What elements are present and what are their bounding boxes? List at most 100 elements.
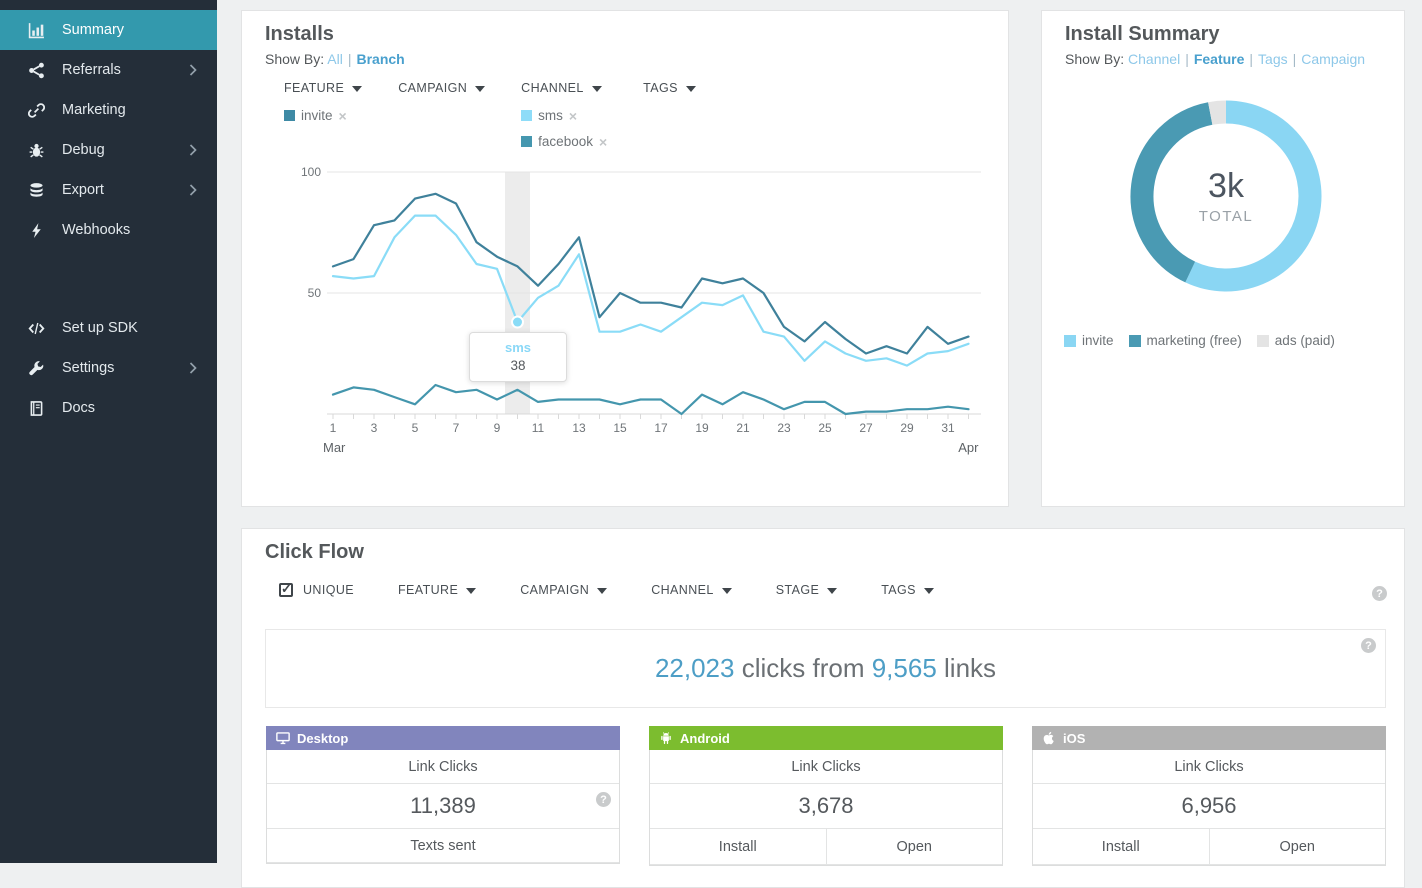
help-icon[interactable]: ?: [596, 792, 611, 807]
chip-label: sms: [538, 108, 563, 123]
show-by-label: Show By:: [265, 51, 325, 67]
sidebar-secondary-nav: Set up SDK Settings Docs: [0, 308, 217, 428]
platform-metric-label: Link Clicks: [1033, 750, 1385, 784]
platform-metric-label: Link Clicks: [650, 750, 1002, 784]
platform-bottom-cell-open: Open: [1279, 838, 1315, 855]
filter-channel-dropdown[interactable]: CHANNEL: [521, 81, 602, 95]
dropdown-label: CHANNEL: [651, 583, 714, 597]
svg-text:3: 3: [371, 421, 378, 435]
show-by-channel[interactable]: Channel: [1128, 51, 1180, 67]
legend-item-ads-paid: ads (paid): [1256, 333, 1335, 348]
filter-campaign-dropdown[interactable]: CAMPAIGN: [398, 81, 486, 95]
platform-metric-value: 11,389?: [267, 784, 619, 829]
links-count: 9,565: [871, 653, 937, 683]
installs-line-chart: 50 100 1 3 5 7 9 11 13 15 17 19 21 23 25 27 29 31 Mar Apr: [297, 161, 997, 476]
caret-down-icon: [352, 81, 363, 95]
click-flow-title: Click Flow: [265, 541, 364, 563]
caret-down-icon: [475, 81, 486, 95]
tooltip-series-label: sms: [504, 340, 532, 355]
remove-chip-icon[interactable]: ×: [569, 109, 577, 123]
share-icon: [28, 62, 45, 79]
remove-chip-icon[interactable]: ×: [599, 135, 607, 149]
platform-card-ios: iOS Link Clicks 6,956 Install Open: [1032, 726, 1386, 866]
chip-color-swatch: [284, 110, 295, 121]
platform-card-android: Android Link Clicks 3,678 Install Open: [649, 726, 1003, 866]
help-icon[interactable]: ?: [1372, 586, 1387, 601]
desktop-icon: [276, 731, 290, 745]
caret-down-icon: [591, 81, 602, 95]
filter-stage-dropdown[interactable]: STAGE: [775, 583, 838, 597]
svg-text:15: 15: [613, 421, 627, 435]
bug-icon: [28, 142, 45, 159]
svg-text:50: 50: [308, 286, 322, 300]
legend-color-swatch: [1256, 334, 1269, 347]
chip-color-swatch: [521, 110, 533, 121]
platform-bottom-row: Install Open: [1033, 829, 1385, 865]
clicks-summary-banner: 22,023 clicks from 9,565 links ?: [265, 629, 1386, 708]
code-icon: [28, 320, 45, 337]
chevron-right-icon: [189, 184, 197, 196]
series-line-invite: [331, 383, 970, 416]
filter-channel-dropdown[interactable]: CHANNEL: [651, 583, 732, 597]
caret-down-icon: [685, 81, 696, 95]
chip-label: facebook: [538, 134, 593, 149]
android-icon: [659, 731, 673, 745]
platform-card-desktop: Desktop Link Clicks 11,389? Texts sent: [266, 726, 620, 866]
svg-text:27: 27: [859, 421, 873, 435]
sidebar-item-settings[interactable]: Settings: [0, 348, 217, 388]
sidebar-item-set-up-sdk[interactable]: Set up SDK: [0, 308, 217, 348]
sidebar-item-summary[interactable]: Summary: [0, 10, 217, 50]
dropdown-label: STAGE: [775, 583, 820, 597]
platform-metric-value: 6,956: [1033, 784, 1385, 829]
sidebar-item-referrals[interactable]: Referrals: [0, 50, 217, 90]
sidebar-item-label: Referrals: [62, 62, 121, 78]
sidebar-item-debug[interactable]: Debug: [0, 130, 217, 170]
legend-item-marketing-free: marketing (free): [1128, 333, 1242, 348]
show-by-feature[interactable]: Feature: [1194, 51, 1245, 67]
legend-item-invite: invite: [1064, 333, 1114, 348]
filter-tags-dropdown[interactable]: TAGS: [643, 81, 696, 95]
filter-column-channel: CHANNEL sms × facebook ×: [521, 79, 607, 149]
svg-text:9: 9: [494, 421, 501, 435]
sidebar-item-export[interactable]: Export: [0, 170, 217, 210]
platform-name: Desktop: [297, 730, 349, 746]
remove-chip-icon[interactable]: ×: [339, 109, 347, 123]
sidebar: Summary Referrals Marketing Debug Export Webh…: [0, 0, 217, 863]
show-by-all[interactable]: All: [327, 51, 343, 67]
svg-text:7: 7: [453, 421, 460, 435]
platform-body: Link Clicks 3,678 Install Open: [649, 750, 1003, 866]
show-by-tags[interactable]: Tags: [1258, 51, 1288, 67]
filter-feature-dropdown[interactable]: FEATURE: [398, 583, 477, 597]
chevron-right-icon: [189, 64, 197, 76]
sidebar-item-marketing[interactable]: Marketing: [0, 90, 217, 130]
show-by-campaign[interactable]: Campaign: [1301, 51, 1365, 67]
filter-campaign-dropdown[interactable]: CAMPAIGN: [520, 583, 608, 597]
chevron-right-icon: [189, 362, 197, 374]
help-icon[interactable]: ?: [1361, 638, 1376, 653]
dropdown-label: TAGS: [881, 583, 916, 597]
sidebar-item-label: Docs: [62, 400, 96, 416]
filter-tags-dropdown[interactable]: TAGS: [881, 583, 934, 597]
unique-checkbox[interactable]: ✓: [279, 581, 293, 597]
dropdown-label: CHANNEL: [521, 81, 584, 95]
sidebar-item-docs[interactable]: Docs: [0, 388, 217, 428]
svg-text:13: 13: [572, 421, 586, 435]
platform-header: Desktop: [266, 726, 620, 750]
donut-segment-invite: [1185, 100, 1322, 292]
chip-label: invite: [301, 108, 333, 123]
show-by-label: Show By:: [1065, 51, 1125, 67]
sidebar-item-webhooks[interactable]: Webhooks: [0, 210, 217, 250]
sidebar-item-label: Summary: [62, 22, 125, 38]
clicks-text: clicks from: [734, 653, 872, 683]
dropdown-label: CAMPAIGN: [520, 583, 590, 597]
sidebar-item-label: Export: [62, 182, 104, 198]
apple-icon: [1042, 731, 1056, 745]
filter-feature-dropdown[interactable]: FEATURE: [284, 81, 363, 95]
chart-tooltip: sms 38: [469, 332, 567, 382]
sidebar-nav: Summary Referrals Marketing Debug Export Webh…: [0, 10, 217, 250]
show-by-separator: |: [1249, 51, 1254, 67]
filter-chip-sms: sms ×: [521, 108, 607, 123]
caret-down-icon: [923, 583, 934, 597]
show-by-branch[interactable]: Branch: [356, 51, 404, 67]
install-summary-card: Install Summary Show By: Channel | Feature…: [1041, 10, 1405, 507]
